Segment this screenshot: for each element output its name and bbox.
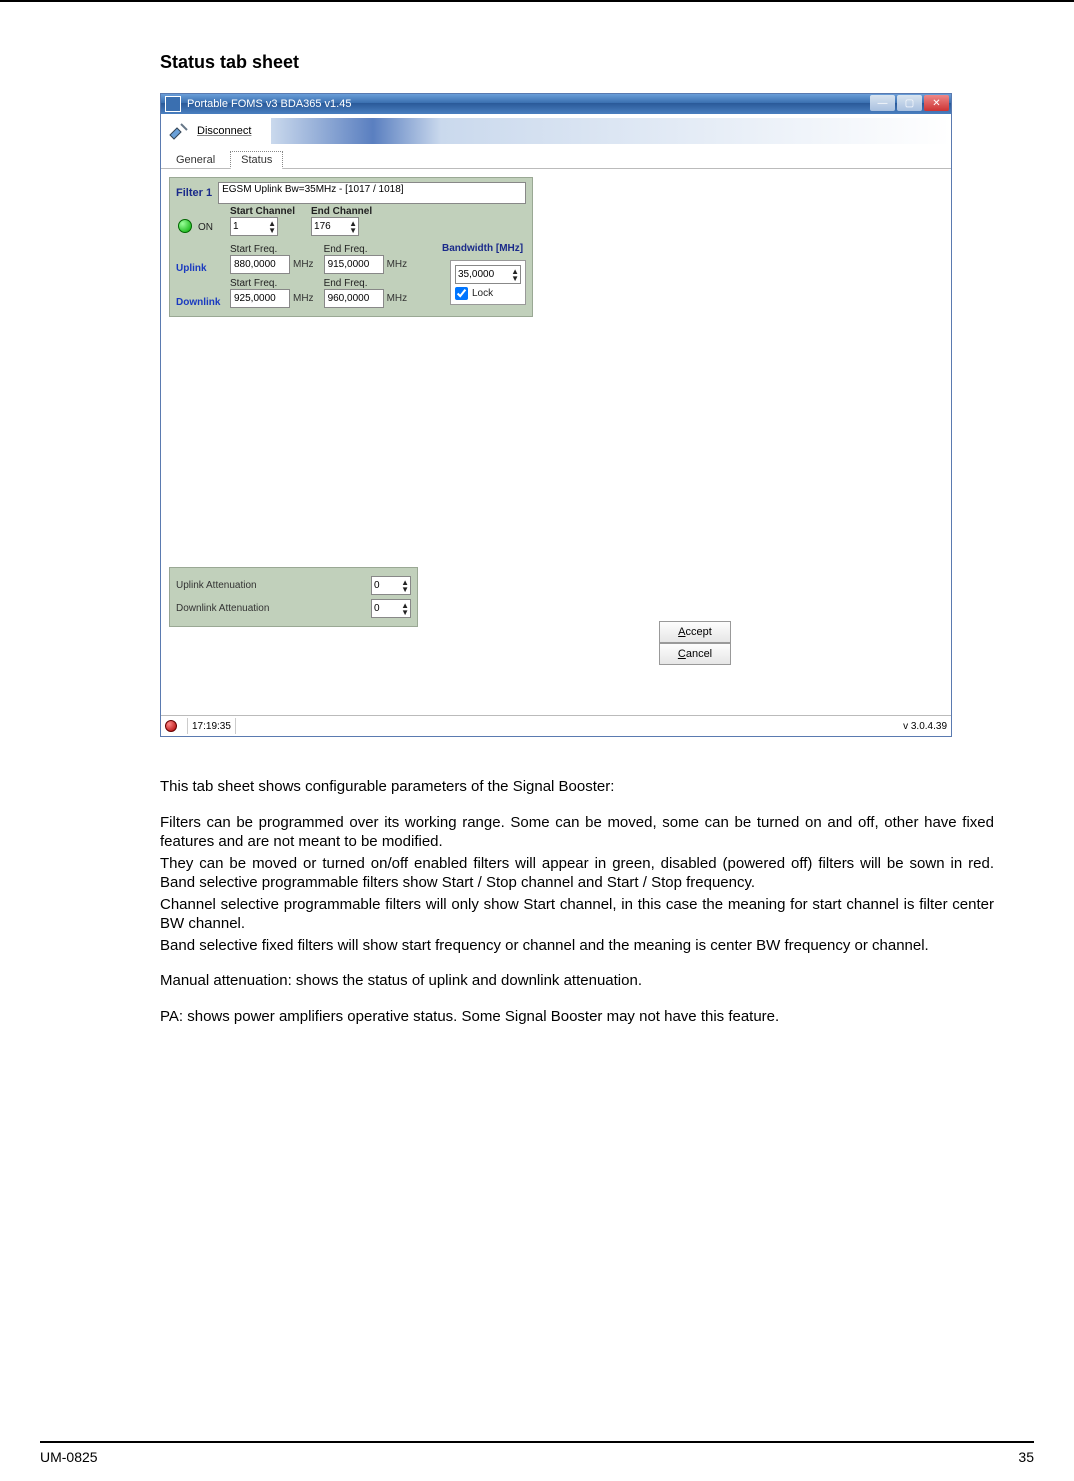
on-label: ON	[198, 222, 213, 233]
start-channel-label: Start Channel	[230, 206, 295, 217]
paragraph: Filters can be programmed over its worki…	[160, 813, 994, 852]
downlink-atten-input[interactable]: 0▲▼	[371, 599, 411, 618]
mhz-unit: MHz	[293, 293, 314, 304]
tab-body: Filter 1 EGSM Uplink Bw=35MHz - [1017 / …	[161, 169, 951, 715]
lock-label: Lock	[472, 288, 493, 299]
filter-dropdown[interactable]: EGSM Uplink Bw=35MHz - [1017 / 1018]	[218, 182, 526, 204]
bandwidth-input[interactable]: 35,0000▲▼	[455, 265, 521, 284]
section-heading: Status tab sheet	[160, 52, 994, 73]
uplink-start-freq-label: Start Freq.	[230, 244, 277, 255]
paragraph: Manual attenuation: shows the status of …	[160, 971, 994, 991]
status-led-on	[178, 219, 192, 233]
close-button[interactable]: ✕	[924, 95, 949, 111]
window-title: Portable FOMS v3 BDA365 v1.45	[187, 98, 351, 110]
statusbar-time: 17:19:35	[192, 721, 231, 732]
mhz-unit: MHz	[387, 293, 408, 304]
filter-label: Filter 1	[176, 187, 212, 199]
filter-panel: Filter 1 EGSM Uplink Bw=35MHz - [1017 / …	[169, 177, 533, 317]
paragraph: This tab sheet shows configurable parame…	[160, 777, 994, 797]
tab-strip: General Status	[161, 148, 951, 169]
description-text: This tab sheet shows configurable parame…	[160, 777, 994, 1026]
minimize-button[interactable]: —	[870, 95, 895, 111]
bandwidth-label: Bandwidth [MHz]	[442, 243, 523, 254]
downlink-atten-label: Downlink Attenuation	[176, 603, 269, 614]
paragraph: PA: shows power amplifiers operative sta…	[160, 1007, 994, 1027]
paragraph: Band selective fixed filters will show s…	[160, 936, 994, 956]
status-led-icon	[165, 720, 177, 732]
accept-button[interactable]: Accept	[659, 621, 731, 643]
disconnect-button[interactable]: Disconnect	[167, 121, 251, 141]
uplink-end-freq-input[interactable]: 915,0000	[324, 255, 384, 274]
uplink-end-freq-label: End Freq.	[324, 244, 368, 255]
plug-icon	[167, 121, 191, 141]
uplink-atten-label: Uplink Attenuation	[176, 580, 257, 591]
end-channel-label: End Channel	[311, 206, 372, 217]
paragraph: Channel selective programmable filters w…	[160, 895, 994, 934]
toolbar: Disconnect	[161, 114, 951, 148]
start-channel-input[interactable]: 1▲▼	[230, 217, 278, 236]
tab-general[interactable]: General	[165, 151, 226, 168]
app-window: Portable FOMS v3 BDA365 v1.45 — ▢ ✕ Disc…	[160, 93, 952, 737]
attenuation-panel: Uplink Attenuation 0▲▼ Downlink Attenuat…	[169, 567, 418, 627]
window-titlebar: Portable FOMS v3 BDA365 v1.45 — ▢ ✕	[161, 94, 951, 114]
downlink-label: Downlink	[176, 297, 220, 308]
bandwidth-box: 35,0000▲▼ Lock	[450, 260, 526, 305]
maximize-button[interactable]: ▢	[897, 95, 922, 111]
downlink-start-freq-input[interactable]: 925,0000	[230, 289, 290, 308]
paragraph: They can be moved or turned on/off enabl…	[160, 854, 994, 893]
app-icon	[165, 96, 181, 112]
statusbar: 17:19:35 v 3.0.4.39	[161, 715, 951, 736]
footer-doc-id: UM-0825	[40, 1449, 98, 1465]
uplink-atten-input[interactable]: 0▲▼	[371, 576, 411, 595]
downlink-start-freq-label: Start Freq.	[230, 278, 277, 289]
footer-page-number: 35	[1018, 1449, 1034, 1465]
downlink-end-freq-label: End Freq.	[324, 278, 368, 289]
end-channel-input[interactable]: 176▲▼	[311, 217, 359, 236]
uplink-label: Uplink	[176, 263, 207, 274]
downlink-end-freq-input[interactable]: 960,0000	[324, 289, 384, 308]
uplink-start-freq-input[interactable]: 880,0000	[230, 255, 290, 274]
lock-checkbox[interactable]	[455, 287, 468, 300]
mhz-unit: MHz	[293, 259, 314, 270]
mhz-unit: MHz	[387, 259, 408, 270]
tab-status[interactable]: Status	[230, 151, 283, 169]
disconnect-label: Disconnect	[197, 125, 251, 137]
statusbar-version: v 3.0.4.39	[903, 721, 947, 732]
cancel-button[interactable]: Cancel	[659, 643, 731, 665]
